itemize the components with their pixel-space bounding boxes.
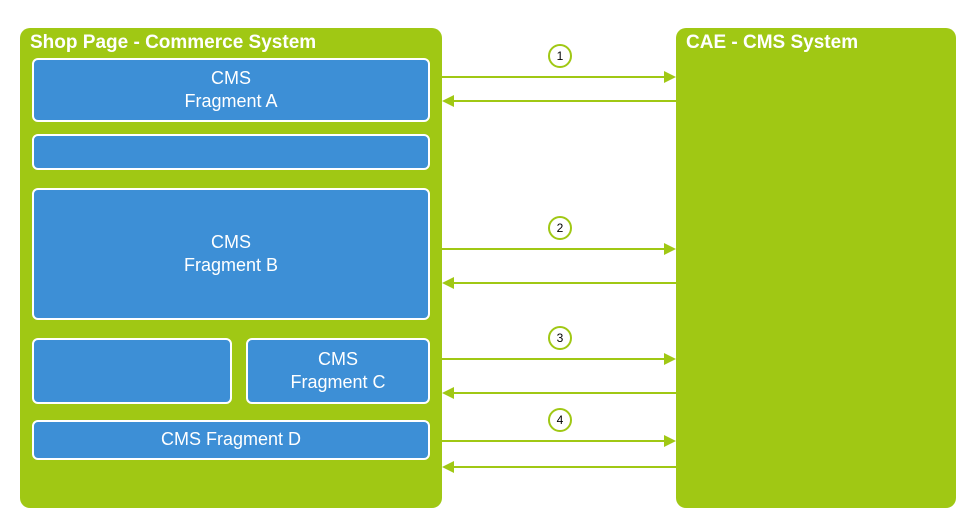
arrow-3-response-line [454,392,676,394]
cms-fragment-c: CMS Fragment C [246,338,430,404]
arrow-1-response-head [442,95,454,107]
spacer-fragment [32,134,430,170]
cms-fragment-a: CMS Fragment A [32,58,430,122]
arrow-4-request-head [664,435,676,447]
fragment-a-line2: Fragment A [184,90,277,113]
fragment-c-line1: CMS [318,348,358,371]
cms-fragment-b: CMS Fragment B [32,188,430,320]
arrow-3-response-head [442,387,454,399]
arrow-3-request-line [442,358,664,360]
step-number-1: 1 [548,44,572,68]
fragment-b-line2: Fragment B [184,254,278,277]
arrow-3-request-head [664,353,676,365]
arrow-2-request-head [664,243,676,255]
step-number-2: 2 [548,216,572,240]
arrow-1-request-head [664,71,676,83]
fragment-b-line1: CMS [211,231,251,254]
step-number-4: 4 [548,408,572,432]
shop-page-title: Shop Page - Commerce System [20,28,442,54]
fragment-c-line2: Fragment C [290,371,385,394]
arrow-2-response-head [442,277,454,289]
arrow-4-response-head [442,461,454,473]
arrow-1-request-line [442,76,664,78]
cae-panel: CAE - CMS System [676,28,956,508]
arrow-2-request-line [442,248,664,250]
cms-fragment-d: CMS Fragment D [32,420,430,460]
arrow-2-response-line [454,282,676,284]
small-fragment-left [32,338,232,404]
step-number-3: 3 [548,326,572,350]
fragment-a-line1: CMS [211,67,251,90]
fragment-d-label: CMS Fragment D [161,428,301,451]
arrow-4-request-line [442,440,664,442]
cae-title: CAE - CMS System [676,28,956,54]
arrow-4-response-line [454,466,676,468]
arrow-1-response-line [454,100,676,102]
